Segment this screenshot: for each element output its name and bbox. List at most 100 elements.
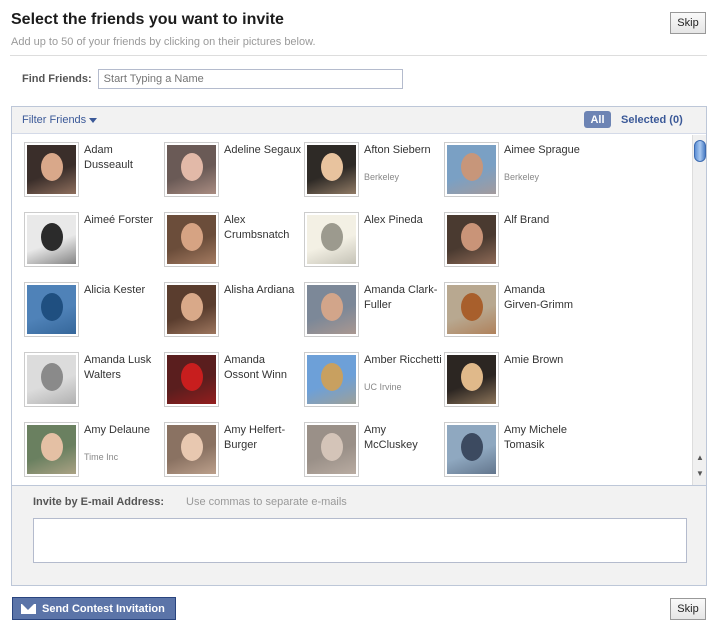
friend-name: Amanda Girven-Grimm	[504, 284, 574, 311]
friend-photo-image	[307, 425, 356, 474]
friend-item[interactable]: Alf Brand	[444, 205, 584, 275]
friend-photo-image	[167, 355, 216, 404]
filter-selected-tab[interactable]: Selected (0)	[621, 114, 683, 126]
friend-photo-image	[307, 355, 356, 404]
friend-item[interactable]: Amanda Girven-Grimm	[444, 275, 584, 345]
face-shape	[321, 433, 343, 461]
friend-photo[interactable]	[444, 352, 499, 407]
friend-photo[interactable]	[304, 422, 359, 477]
friend-photo-image	[167, 215, 216, 264]
friend-name: Alex Crumbsnatch	[224, 214, 290, 241]
face-shape	[181, 433, 203, 461]
friend-item[interactable]: Adeline Segaux	[164, 135, 304, 205]
friend-photo[interactable]	[164, 282, 219, 337]
friend-photo[interactable]	[304, 352, 359, 407]
scrollbar-thumb[interactable]	[694, 140, 706, 162]
friend-name: Amanda Lusk Walters	[84, 354, 152, 381]
face-shape	[41, 153, 63, 181]
friend-name: Adam Dusseault	[84, 144, 133, 171]
friend-photo[interactable]	[24, 212, 79, 267]
friend-item[interactable]: Amy Michele Tomasik	[444, 415, 584, 485]
friend-name: Aimee Sprague	[504, 144, 580, 156]
face-shape	[41, 293, 63, 321]
friend-list-scrollbar[interactable]: ▲ ▼	[692, 135, 706, 485]
friend-item[interactable]: Amy McCluskey	[304, 415, 444, 485]
friend-photo[interactable]	[444, 422, 499, 477]
face-shape	[461, 153, 483, 181]
find-friends-input[interactable]	[97, 69, 403, 89]
friend-name: Alicia Kester	[84, 284, 146, 296]
friend-photo[interactable]	[24, 352, 79, 407]
friend-photo[interactable]	[164, 352, 219, 407]
friend-photo[interactable]	[24, 422, 79, 477]
friend-selector-panel: Filter Friends All Selected (0) Adam Dus…	[11, 106, 707, 486]
friend-photo[interactable]	[164, 142, 219, 197]
friend-photo-image	[167, 425, 216, 474]
friend-photo[interactable]	[444, 212, 499, 267]
friend-network: Berkeley	[504, 172, 540, 182]
friend-photo[interactable]	[304, 142, 359, 197]
friend-item[interactable]: Amanda Lusk Walters	[24, 345, 164, 415]
friend-photo[interactable]	[444, 142, 499, 197]
friend-name: Amanda Clark-Fuller	[364, 284, 438, 311]
friend-photo-image	[307, 285, 356, 334]
friend-photo-image	[167, 145, 216, 194]
friend-photo-image	[307, 215, 356, 264]
friend-name: Amber Ricchetti	[364, 354, 442, 366]
filter-friends-label: Filter Friends	[22, 114, 87, 126]
filter-friends-dropdown[interactable]: Filter Friends	[22, 114, 98, 126]
friend-network: Berkeley	[364, 172, 400, 182]
friend-photo-image	[27, 285, 76, 334]
face-shape	[181, 153, 203, 181]
face-shape	[461, 223, 483, 251]
friend-photo[interactable]	[444, 282, 499, 337]
send-contest-invitation-button[interactable]: Send Contest Invitation	[12, 597, 176, 620]
scroll-up-arrow-icon[interactable]: ▲	[695, 453, 705, 465]
friend-item[interactable]: Amanda Clark-Fuller	[304, 275, 444, 345]
friend-name: Amy Helfert-Burger	[224, 424, 286, 451]
face-shape	[181, 293, 203, 321]
friend-item[interactable]: Amy Delaune Time Inc	[24, 415, 164, 485]
friend-item[interactable]: Amy Helfert-Burger	[164, 415, 304, 485]
friend-photo[interactable]	[164, 212, 219, 267]
friend-photo-image	[27, 145, 76, 194]
friend-item[interactable]: Alicia Kester	[24, 275, 164, 345]
friend-photo-image	[27, 215, 76, 264]
friend-item[interactable]: Alisha Ardiana	[164, 275, 304, 345]
dialog-header: Select the friends you want to invite Ad…	[0, 0, 710, 56]
friend-photo[interactable]	[24, 142, 79, 197]
friend-name: Adeline Segaux	[224, 144, 302, 156]
friend-item[interactable]: Amie Brown	[444, 345, 584, 415]
friend-photo[interactable]	[164, 422, 219, 477]
friend-item[interactable]: Alex Crumbsnatch	[164, 205, 304, 275]
skip-button-top[interactable]: Skip	[670, 12, 706, 34]
email-invite-label: Invite by E-mail Address:	[33, 496, 165, 508]
find-friends-row: Find Friends:	[22, 68, 403, 90]
face-shape	[321, 293, 343, 321]
friend-photo-image	[447, 285, 496, 334]
friend-photo-image	[307, 145, 356, 194]
filter-all-tab[interactable]: All	[584, 111, 611, 128]
scroll-down-arrow-icon[interactable]: ▼	[695, 469, 705, 481]
friend-photo-image	[167, 285, 216, 334]
friend-name: Amanda Ossont Winn	[224, 354, 287, 381]
friend-item[interactable]: Amber Ricchetti UC Irvine	[304, 345, 444, 415]
friend-photo[interactable]	[304, 212, 359, 267]
friend-photo-image	[447, 215, 496, 264]
face-shape	[461, 433, 483, 461]
friend-name: Aimeé Forster	[84, 214, 154, 226]
friend-item[interactable]: Adam Dusseault	[24, 135, 164, 205]
face-shape	[321, 153, 343, 181]
find-friends-label: Find Friends:	[22, 73, 92, 85]
friend-item[interactable]: Aimee Sprague Berkeley	[444, 135, 584, 205]
friend-photo[interactable]	[24, 282, 79, 337]
friend-item[interactable]: Afton Siebern Berkeley	[304, 135, 444, 205]
friend-item[interactable]: Alex Pineda	[304, 205, 444, 275]
face-shape	[41, 223, 63, 251]
friend-item[interactable]: Aimeé Forster	[24, 205, 164, 275]
email-invite-input[interactable]	[33, 518, 687, 563]
skip-button-bottom[interactable]: Skip	[670, 598, 706, 620]
friend-item[interactable]: Amanda Ossont Winn	[164, 345, 304, 415]
friend-name: Amie Brown	[504, 354, 564, 366]
friend-photo[interactable]	[304, 282, 359, 337]
